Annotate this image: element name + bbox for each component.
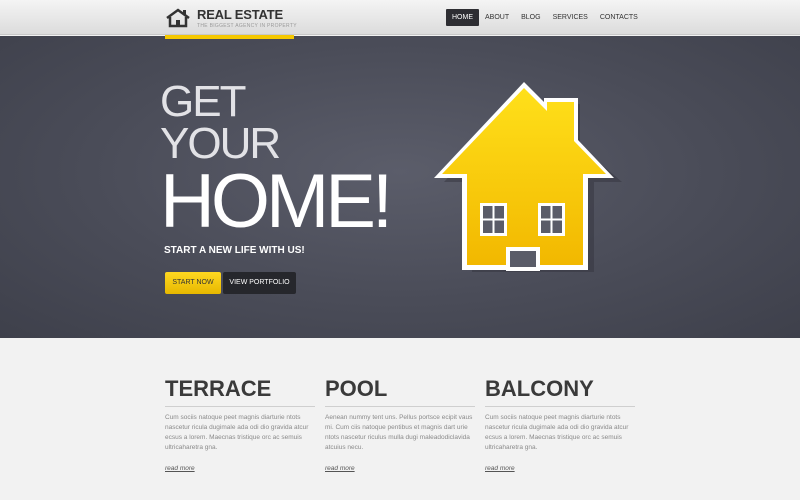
feature-text: Cum sociis natoque peet magnis diarturie… <box>485 414 629 451</box>
header: REAL ESTATE THE BIGGEST AGENCY IN PROPER… <box>0 0 800 35</box>
feature-title: POOL <box>325 375 475 407</box>
nav-item-blog[interactable]: BLOG <box>515 9 546 26</box>
hero-banner: GET YOUR HOME! START A NEW LIFE WITH US!… <box>0 36 800 338</box>
nav-item-services[interactable]: SERVICES <box>547 9 594 26</box>
nav-item-about[interactable]: ABOUT <box>479 9 515 26</box>
hero-subtitle: START A NEW LIFE WITH US! <box>164 245 305 256</box>
logo-tagline: THE BIGGEST AGENCY IN PROPERTY <box>197 23 297 29</box>
read-more-link[interactable]: read more <box>485 465 515 472</box>
logo-title: REAL ESTATE <box>197 7 283 22</box>
logo[interactable]: REAL ESTATE THE BIGGEST AGENCY IN PROPER… <box>165 8 297 29</box>
house-illustration <box>434 82 622 272</box>
logo-accent-bar <box>165 35 294 39</box>
feature-pool: POOL Aenean nummy tent uns. Pellus ports… <box>325 375 475 472</box>
house-icon <box>166 8 190 28</box>
nav-item-home[interactable]: HOME <box>446 9 479 26</box>
start-now-button[interactable]: START NOW <box>165 272 221 294</box>
feature-title: TERRACE <box>165 375 315 407</box>
hero-title-line1: GET <box>160 77 246 126</box>
feature-title: BALCONY <box>485 375 635 407</box>
read-more-link[interactable]: read more <box>165 465 195 472</box>
read-more-link[interactable]: read more <box>325 465 355 472</box>
feature-text: Aenean nummy tent uns. Pellus portsce ec… <box>325 414 473 451</box>
feature-balcony: BALCONY Cum sociis natoque peet magnis d… <box>485 375 635 472</box>
view-portfolio-button[interactable]: VIEW PORTFOLIO <box>223 272 296 294</box>
main-nav: HOME ABOUT BLOG SERVICES CONTACTS <box>446 9 644 26</box>
nav-item-contacts[interactable]: CONTACTS <box>594 9 644 26</box>
feature-terrace: TERRACE Cum sociis natoque peet magnis d… <box>165 375 315 472</box>
feature-text: Cum sociis natoque peet magnis diarturie… <box>165 414 309 451</box>
hero-title-line3: HOME! <box>160 159 393 244</box>
